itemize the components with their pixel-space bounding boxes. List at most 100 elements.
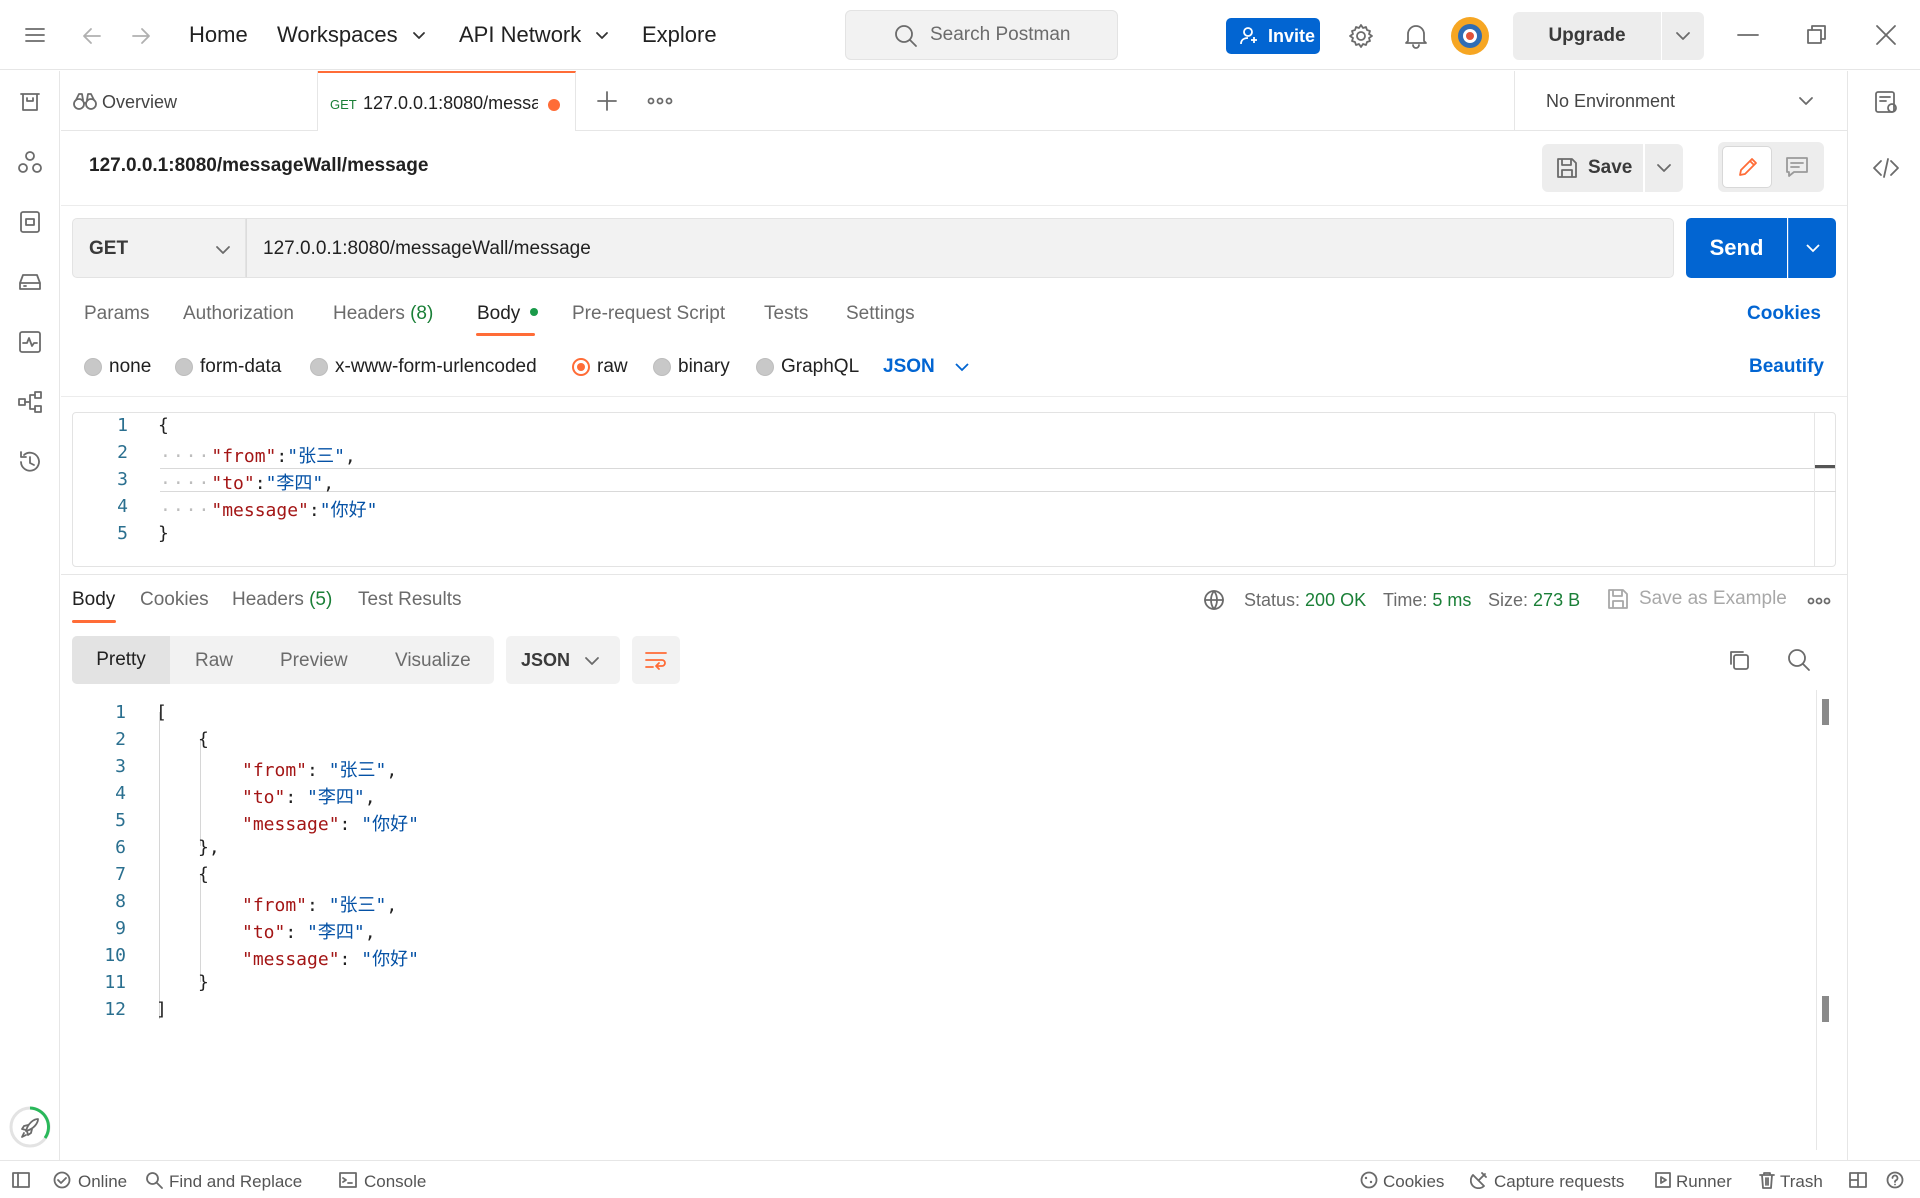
pane-splitter[interactable] xyxy=(61,574,1847,575)
collections-icon[interactable] xyxy=(17,89,43,115)
body-mode-graphql[interactable]: GraphQL xyxy=(756,356,859,378)
invite-button[interactable]: Invite xyxy=(1226,18,1320,54)
tab-body[interactable]: Body xyxy=(477,303,538,325)
body-mode-urlencoded[interactable]: x-www-form-urlencoded xyxy=(310,356,537,378)
tab-params[interactable]: Params xyxy=(84,303,149,325)
capture-requests-button[interactable]: Capture requests xyxy=(1494,1172,1624,1192)
save-as-example-button[interactable]: Save as Example xyxy=(1639,588,1787,610)
method-select[interactable]: GET xyxy=(72,218,246,278)
view-visualize[interactable]: Visualize xyxy=(395,650,471,672)
settings-gear-icon[interactable] xyxy=(1348,23,1374,49)
edit-mode-button[interactable] xyxy=(1722,146,1772,188)
time-value: 5 ms xyxy=(1432,590,1472,610)
response-size[interactable]: Size: 273 B xyxy=(1488,590,1580,611)
monitors-icon[interactable] xyxy=(17,329,43,355)
nav-explore[interactable]: Explore xyxy=(642,22,717,48)
beautify-button[interactable]: Beautify xyxy=(1749,356,1824,378)
more-tabs-ellipsis-icon[interactable] xyxy=(647,96,673,106)
find-and-replace-button[interactable]: Find and Replace xyxy=(169,1172,302,1192)
two-pane-layout-icon[interactable] xyxy=(1849,1172,1867,1188)
response-tab-cookies[interactable]: Cookies xyxy=(140,589,209,611)
toggle-sidebar-icon[interactable] xyxy=(12,1172,30,1188)
rocket-bootcamp-icon[interactable] xyxy=(8,1105,52,1149)
body-mode-raw[interactable]: raw xyxy=(572,356,628,378)
tab-settings[interactable]: Settings xyxy=(846,303,915,325)
online-status[interactable]: Online xyxy=(78,1172,127,1192)
mock-servers-icon[interactable] xyxy=(17,269,43,295)
comments-icon[interactable] xyxy=(1785,156,1809,178)
notification-bell-icon[interactable] xyxy=(1404,23,1428,49)
cookies-button[interactable]: Cookies xyxy=(1383,1172,1444,1192)
help-icon[interactable] xyxy=(1886,1171,1904,1189)
upgrade-dropdown-button[interactable] xyxy=(1662,12,1704,60)
send-dropdown-button[interactable] xyxy=(1788,218,1836,278)
wrap-lines-button[interactable] xyxy=(632,636,680,684)
url-input[interactable]: 127.0.0.1:8080/messageWall/message xyxy=(246,218,1674,278)
nav-api-network[interactable]: API Network xyxy=(459,22,609,48)
radio-circle xyxy=(756,358,774,376)
close-window-icon[interactable] xyxy=(1875,24,1897,46)
line-number: 12 xyxy=(104,999,126,1020)
tab-headers[interactable]: Headers (8) xyxy=(333,303,433,325)
restore-window-icon[interactable] xyxy=(1806,24,1828,46)
line-number: 3 xyxy=(115,756,126,777)
runner-button[interactable]: Runner xyxy=(1676,1172,1732,1192)
avatar[interactable] xyxy=(1450,16,1490,56)
nav-workspaces[interactable]: Workspaces xyxy=(277,22,426,48)
save-dropdown-button[interactable] xyxy=(1645,144,1683,192)
history-icon[interactable] xyxy=(17,449,43,475)
minimize-window-icon[interactable] xyxy=(1737,27,1759,43)
copy-icon[interactable] xyxy=(1727,648,1751,672)
json-value: "张三" xyxy=(287,446,345,467)
body-mode-none[interactable]: none xyxy=(84,356,151,378)
apis-icon[interactable] xyxy=(17,149,43,175)
json-colon: : xyxy=(276,446,288,467)
time-label: Time: xyxy=(1383,590,1428,610)
tab-prerequest-script[interactable]: Pre-request Script xyxy=(572,303,725,325)
new-tab-plus-icon[interactable] xyxy=(596,90,618,112)
save-button[interactable]: Save xyxy=(1542,144,1643,192)
environment-quicklook-icon[interactable] xyxy=(1873,89,1899,115)
trash-button[interactable]: Trash xyxy=(1780,1172,1823,1192)
response-scrollbar-thumb[interactable] xyxy=(1822,699,1829,725)
code-snippet-icon[interactable] xyxy=(1872,156,1900,180)
response-scrollbar-track[interactable] xyxy=(1816,690,1817,1150)
line-number: 4 xyxy=(117,496,128,517)
globe-network-icon[interactable] xyxy=(1203,589,1225,611)
search-icon[interactable] xyxy=(1787,648,1811,672)
tab-overview[interactable]: Overview xyxy=(61,71,318,131)
environments-icon[interactable] xyxy=(17,209,43,235)
tab-authorization[interactable]: Authorization xyxy=(183,303,294,325)
send-button[interactable]: Send xyxy=(1686,218,1787,278)
back-arrow-icon[interactable] xyxy=(81,25,103,47)
body-mode-binary[interactable]: binary xyxy=(653,356,730,378)
environment-selector[interactable]: No Environment xyxy=(1514,71,1847,131)
nav-home[interactable]: Home xyxy=(189,22,248,48)
search-input[interactable]: Search Postman xyxy=(845,10,1118,60)
hamburger-menu-icon[interactable] xyxy=(24,26,46,44)
upgrade-button[interactable]: Upgrade xyxy=(1513,12,1661,60)
request-title[interactable]: 127.0.0.1:8080/messageWall/message xyxy=(89,155,428,177)
response-tab-body[interactable]: Body xyxy=(72,589,115,611)
tab-request[interactable]: GET 127.0.0.1:8080/messag xyxy=(318,71,576,131)
response-tab-headers[interactable]: Headers (5) xyxy=(232,589,332,611)
response-tab-test-results[interactable]: Test Results xyxy=(358,589,461,611)
flows-icon[interactable] xyxy=(17,389,43,415)
editor-scrollbar[interactable] xyxy=(1814,413,1815,566)
json-value: "李四" xyxy=(265,473,324,494)
tab-tests[interactable]: Tests xyxy=(764,303,808,325)
more-options-ellipsis-icon[interactable] xyxy=(1807,596,1831,606)
send-label: Send xyxy=(1709,235,1764,260)
view-pretty[interactable]: Pretty xyxy=(72,636,170,684)
response-status[interactable]: Status: 200 OK xyxy=(1244,590,1366,611)
console-button[interactable]: Console xyxy=(364,1172,426,1192)
response-time[interactable]: Time: 5 ms xyxy=(1383,590,1471,611)
body-mode-form-data[interactable]: form-data xyxy=(175,356,281,378)
cookies-link[interactable]: Cookies xyxy=(1747,303,1821,325)
forward-arrow-icon[interactable] xyxy=(130,25,152,47)
json-value: "你好" xyxy=(361,814,419,835)
view-raw[interactable]: Raw xyxy=(195,650,233,672)
body-format-select[interactable]: JSON xyxy=(883,356,970,378)
response-format-select[interactable]: JSON xyxy=(506,636,620,684)
view-preview[interactable]: Preview xyxy=(280,650,348,672)
